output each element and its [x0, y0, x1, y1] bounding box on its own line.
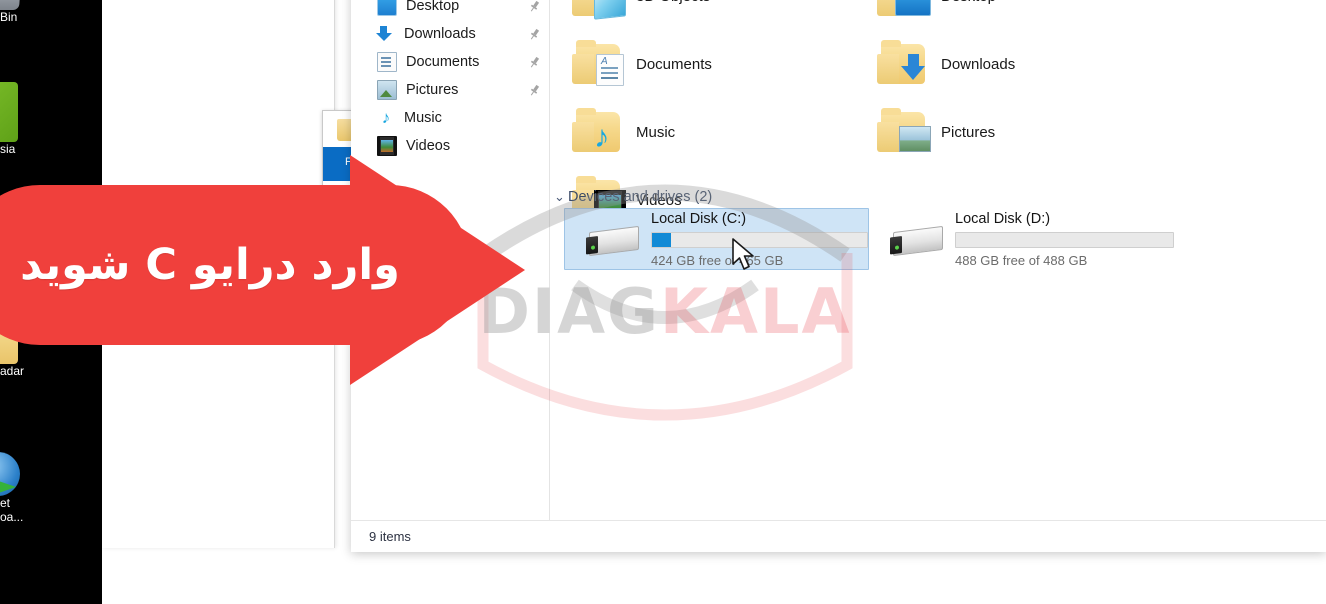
sidebar-item-downloads[interactable]: Downloads: [351, 20, 549, 48]
mouse-cursor: [731, 238, 757, 272]
downloads-folder-icon: [875, 40, 931, 88]
sidebar-item-label: Downloads: [404, 26, 476, 42]
drive-free-space: 488 GB free of 488 GB: [955, 252, 1088, 268]
drive-item-local-disk-c[interactable]: Local Disk (C:) 424 GB free of 465 GB: [564, 208, 869, 270]
pin-icon[interactable]: [528, 0, 541, 13]
status-bar: 9 items: [351, 520, 1326, 552]
drive-info: Local Disk (C:) 424 GB free of 465 GB: [651, 211, 868, 268]
desktop-folder-icon: [875, 0, 931, 20]
folder-label: Documents: [636, 55, 712, 73]
folder-label: Downloads: [941, 55, 1016, 73]
folder-label: Music: [636, 123, 676, 141]
desktop-icon-green-app[interactable]: sia: [0, 82, 102, 156]
documents-folder-icon: [570, 40, 626, 88]
folder-tile-desktop[interactable]: Desktop: [855, 0, 1160, 30]
sidebar-item-label: Desktop: [406, 0, 460, 14]
drive-name: Local Disk (D:): [955, 210, 1051, 227]
sidebar-item-label: Videos: [406, 138, 451, 154]
folder-label: Desktop: [941, 0, 996, 5]
download-icon: [376, 25, 395, 43]
green-app-icon: [0, 82, 18, 142]
drive-usage-bar: [955, 231, 1174, 248]
folder-tile-music[interactable]: ♪ Music: [550, 98, 855, 166]
sidebar-item-label: Pictures: [406, 82, 459, 98]
desktop-icon-color-bars[interactable]: [0, 570, 102, 584]
drive-item-local-disk-d[interactable]: Local Disk (D:) 488 GB free of 488 GB: [869, 208, 1174, 270]
sidebar-item-desktop[interactable]: Desktop: [351, 0, 549, 20]
music-folder-icon: ♪: [570, 108, 626, 156]
pin-icon[interactable]: [528, 84, 541, 97]
folder-label: 3D Objects: [636, 0, 710, 5]
folder-label: Pictures: [941, 123, 996, 141]
desktop-icon-label: sia: [0, 142, 16, 156]
sidebar-item-label: Music: [404, 110, 442, 126]
screen: Bin sia adar et oa... F Desktop Download…: [0, 0, 1326, 604]
video-icon: [377, 136, 397, 156]
drives-list: Local Disk (C:) 424 GB free of 465 GB Lo…: [564, 208, 1326, 270]
desktop-icon-browser[interactable]: et oa...: [0, 452, 102, 524]
folder-tile-documents[interactable]: Documents: [550, 30, 855, 98]
folder-tile-3d-objects[interactable]: 3D Objects: [550, 0, 855, 30]
drive-free-space: 424 GB free of 465 GB: [651, 252, 784, 268]
drive-usage-bar: [651, 231, 868, 248]
globe-icon: [0, 452, 20, 496]
sidebar-item-pictures[interactable]: Pictures: [351, 76, 549, 104]
desktop-icon-label: et: [0, 496, 11, 510]
callout-arrow: وارد درایو C شوید: [0, 155, 600, 385]
content-pane: 3D Objects Desktop: [550, 0, 1326, 521]
pictures-folder-icon: [875, 108, 931, 156]
item-count-label: 9 items: [369, 529, 411, 544]
3d-objects-icon: [570, 0, 626, 20]
desktop-icon-recycle-bin[interactable]: Bin: [0, 0, 102, 24]
pin-icon[interactable]: [528, 28, 541, 41]
drive-info: Local Disk (D:) 488 GB free of 488 GB: [955, 211, 1174, 268]
document-icon: [377, 52, 397, 72]
desktop-icon-label: Bin: [0, 10, 18, 24]
sidebar-item-label: Documents: [406, 54, 480, 70]
sidebar-item-documents[interactable]: Documents: [351, 48, 549, 76]
drive-name: Local Disk (C:): [651, 210, 747, 227]
recycle-bin-icon: [0, 0, 22, 10]
hard-drive-icon: [887, 217, 949, 261]
desktop-icon-label: adar: [0, 364, 25, 378]
callout-text: وارد درایو C شوید: [20, 240, 400, 290]
pin-icon[interactable]: [528, 56, 541, 69]
folder-tile-pictures[interactable]: Pictures: [855, 98, 1160, 166]
sidebar-item-music[interactable]: ♪ Music: [351, 104, 549, 132]
desktop-icon: [377, 0, 397, 16]
folder-tile-downloads[interactable]: Downloads: [855, 30, 1160, 98]
picture-icon: [377, 80, 397, 100]
desktop-icon-label-2: oa...: [0, 510, 24, 524]
music-icon: ♪: [381, 108, 391, 127]
